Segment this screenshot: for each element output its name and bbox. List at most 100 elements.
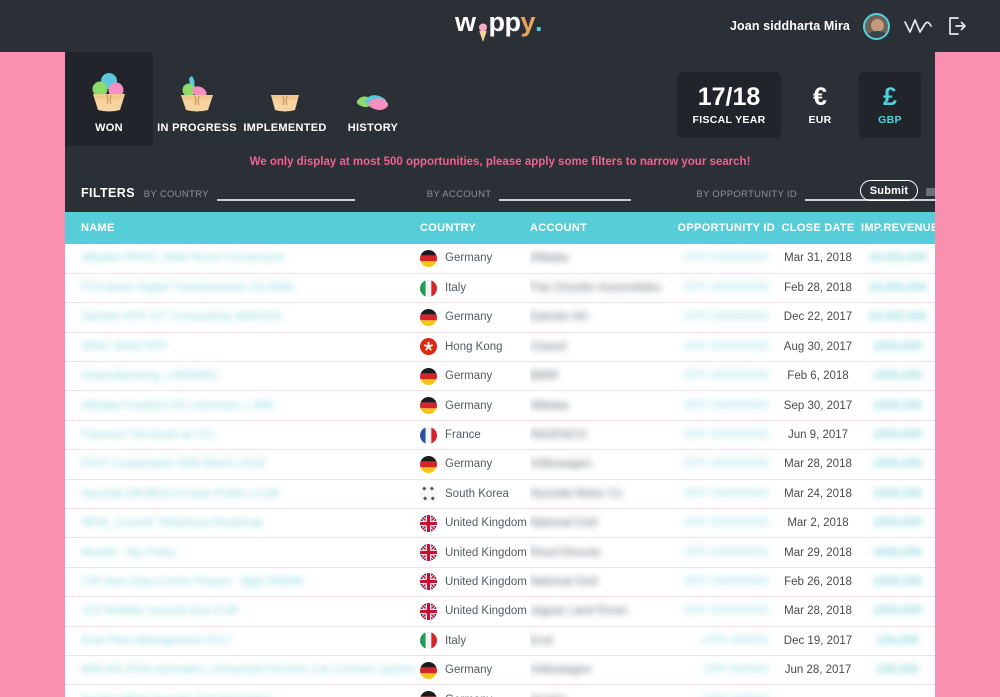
cell-opportunity-id[interactable]: OPP-000000: [675, 655, 775, 686]
cell-name[interactable]: Arcelor Mittal Security Transformation: [65, 684, 420, 697]
cell-close-date: Aug 30, 2017: [775, 332, 861, 363]
cell-opportunity-id[interactable]: OPP-000000000: [675, 361, 775, 392]
cell-name[interactable]: Daimler RFP IoT Connectivity MARSD1: [65, 302, 420, 333]
cell-name[interactable]: NEW_Comm5 Telephony Roadmap: [65, 508, 420, 539]
table-row[interactable]: Alibaba Frankfurt DC extension 1 MW Germ…: [65, 390, 935, 421]
cell-account: Jaguar Land Rover: [530, 596, 675, 627]
table-head: NAME COUNTRY ACCOUNT OPPORTUNITY ID CLOS…: [65, 212, 935, 244]
cell-name[interactable]: FCA Bank Digital Transformation GLOBAL: [65, 273, 420, 304]
fiscal-year-label: FISCAL YEAR: [692, 113, 766, 126]
column-header-imp-revenue[interactable]: IMP.REVENUE: [861, 212, 935, 244]
table-row[interactable]: Alibaba FRA01 2MW Room 4 Extension Germa…: [65, 244, 935, 274]
tab-implemented[interactable]: IMPLEMENTED: [241, 52, 329, 146]
tab-history[interactable]: HISTORY: [329, 52, 417, 146]
cell-opportunity-id[interactable]: OPP-000000000: [675, 244, 775, 274]
active-tab-pointer: [101, 146, 119, 155]
cell-imp-revenue: £000,000: [861, 332, 935, 363]
cell-imp-revenue: £00,000: [861, 626, 935, 656]
table-row[interactable]: Enel Fleet Management 2017 Italy Enel OPP…: [65, 626, 935, 656]
cell-country-text: Germany: [445, 399, 493, 412]
table-row[interactable]: APAC WAN RFP Hong Kong Chanel OPP-0000000…: [65, 332, 935, 363]
table-row[interactable]: MACAN 2018 telematics connected Porsche …: [65, 655, 935, 686]
cell-name[interactable]: Alibaba FRA01 2MW Room 4 Extension: [65, 244, 420, 274]
cell-opportunity-id[interactable]: OPP-000000000: [675, 449, 775, 480]
cell-country-text: Germany: [445, 694, 492, 697]
cell-opportunity-id[interactable]: OPP-000000000: [675, 420, 775, 451]
wippy-logo[interactable]: w pp y.: [455, 9, 543, 42]
cell-opportunity-id[interactable]: OPP-000000000: [675, 273, 775, 304]
cell-name[interactable]: APAC WAN RFP: [65, 332, 420, 363]
cell-opportunity-id[interactable]: OPP-000000000: [675, 302, 775, 333]
filter-input-country[interactable]: [216, 185, 355, 201]
table-row[interactable]: NEW_Comm5 Telephony Roadmap United Kingd…: [65, 508, 935, 539]
cell-account: National Grid: [530, 567, 675, 598]
opportunities-table-wrap[interactable]: NAME COUNTRY ACCOUNT OPPORTUNITY ID CLOS…: [65, 212, 935, 697]
cell-account: Hyundai Motor Co: [530, 479, 675, 510]
table-row[interactable]: Arcelor Mittal Security Transformation G…: [65, 684, 935, 697]
tab-in-progress[interactable]: IN PROGRESS: [153, 52, 241, 146]
cell-opportunity-id[interactable]: OPP-000000: [675, 684, 775, 697]
cell-opportunity-id[interactable]: OPP-000000000: [675, 596, 775, 627]
cell-account: Chanel: [530, 332, 675, 363]
cell-name[interactable]: FAST Cooperation B2B March 2018: [65, 449, 420, 480]
cell-imp-revenue-text: £000,000: [874, 399, 922, 412]
table-row[interactable]: CW New Data Centre Project - Mgd DWDM Un…: [65, 567, 935, 598]
column-header-opportunity-id[interactable]: OPPORTUNITY ID: [675, 212, 775, 244]
fiscal-year-selector[interactable]: 17/18 FISCAL YEAR: [677, 72, 781, 138]
cell-name[interactable]: Payment Terminals at UCI: [65, 420, 420, 451]
cell-opportunity-id[interactable]: OPP-000000000: [675, 390, 775, 421]
cell-name[interactable]: Alibaba Frankfurt DC extension 1 MW: [65, 390, 420, 421]
cell-opportunity-id[interactable]: OPP-000000000: [675, 537, 775, 568]
column-header-account[interactable]: ACCOUNT: [530, 212, 675, 244]
logout-icon[interactable]: [946, 15, 968, 37]
cell-imp-revenue: £000,000: [861, 479, 935, 510]
tab-label-in-progress: IN PROGRESS: [157, 122, 237, 134]
currency-eur-button[interactable]: € EUR: [789, 72, 851, 138]
submit-button[interactable]: Submit: [860, 180, 918, 201]
resize-grip-icon[interactable]: [926, 187, 935, 196]
table-row[interactable]: #manufacturing_LIND9651 Germany BMW OPP-0…: [65, 361, 935, 392]
cell-name[interactable]: CW New Data Centre Project - Mgd DWDM: [65, 567, 420, 598]
avatar[interactable]: [863, 12, 890, 40]
table-row[interactable]: FAST Cooperation B2B March 2018 Germany …: [65, 449, 935, 480]
table-row[interactable]: FCA Bank Digital Transformation GLOBAL I…: [65, 273, 935, 304]
sundae-empty-bowl-icon: [271, 95, 299, 112]
cell-imp-revenue: [861, 684, 935, 697]
cell-account-text: Fiat Chrysler Automobiles: [530, 282, 662, 295]
column-header-name[interactable]: NAME: [65, 212, 420, 244]
currency-gbp-button[interactable]: £ GBP: [859, 72, 921, 138]
cell-account: Alibaba: [530, 244, 675, 274]
filter-input-account[interactable]: [499, 185, 632, 201]
wave-icon-svg: [904, 19, 932, 33]
tab-won[interactable]: WON: [65, 52, 153, 146]
cell-close-date: Mar 31, 2018: [775, 244, 861, 274]
column-header-country[interactable]: COUNTRY: [420, 212, 530, 244]
table-row[interactable]: JLR Mobility renewal plus EUR United Kin…: [65, 596, 935, 627]
table-row[interactable]: Payment Terminals at UCI France INGENICO…: [65, 420, 935, 451]
cell-opportunity-id[interactable]: OPP-000000000: [675, 567, 775, 598]
filter-label-country: BY COUNTRY: [143, 188, 209, 200]
cell-imp-revenue: £0,000,000: [861, 302, 935, 333]
table-row[interactable]: Murat5 - My Policy United Kingdom Reed E…: [65, 537, 935, 568]
cell-opportunity-id[interactable]: OPP-000000: [675, 626, 775, 656]
cell-name[interactable]: #manufacturing_LIND9651: [65, 361, 420, 392]
cell-name[interactable]: Murat5 - My Policy: [65, 537, 420, 568]
cell-opportunity-id[interactable]: OPP-000000000: [675, 508, 775, 539]
cell-account: National Grid: [530, 508, 675, 539]
column-header-close-date[interactable]: CLOSE DATE: [775, 212, 861, 244]
table-row[interactable]: Daimler RFP IoT Connectivity MARSD1 Germ…: [65, 302, 935, 333]
opportunities-table: NAME COUNTRY ACCOUNT OPPORTUNITY ID CLOS…: [65, 212, 935, 697]
flag-de-icon: [420, 661, 437, 679]
cell-opportunity-id[interactable]: OPP-000000000: [675, 479, 775, 510]
cell-name[interactable]: JLR Mobility renewal plus EUR: [65, 596, 420, 627]
cell-name[interactable]: Hyundai (MOBIS) Europe Public e-Call: [65, 479, 420, 510]
wave-icon[interactable]: [903, 17, 933, 35]
cell-opportunity-id[interactable]: OPP-000000000: [675, 332, 775, 363]
cell-account-text: National Grid: [530, 517, 598, 530]
cell-name[interactable]: MACAN 2018 telematics connected Porsche …: [65, 655, 420, 686]
table-row[interactable]: Hyundai (MOBIS) Europe Public e-Call Sou…: [65, 479, 935, 510]
flag-de-icon: [420, 367, 437, 385]
cell-name-text: FCA Bank Digital Transformation GLOBAL: [81, 282, 298, 295]
cell-name[interactable]: Enel Fleet Management 2017: [65, 626, 420, 656]
cell-opportunity-id-text: OPP-000000000: [683, 311, 769, 324]
